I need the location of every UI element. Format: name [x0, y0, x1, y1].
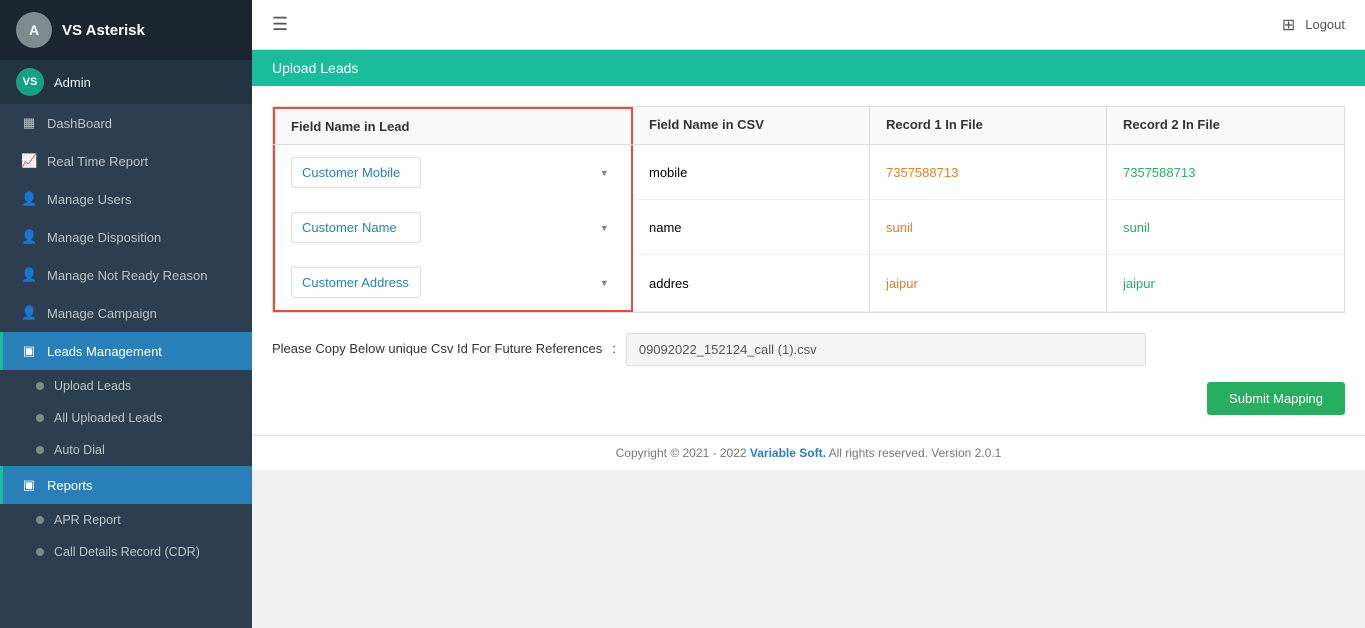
campaign-icon: 👤 — [21, 305, 37, 321]
record1-3: jaipur — [870, 255, 1107, 312]
sidebar-subitem-label: All Uploaded Leads — [54, 411, 162, 425]
sidebar-header: A VS Asterisk — [0, 0, 252, 60]
csv-field-3: addres — [633, 255, 870, 312]
disposition-icon: 👤 — [21, 229, 37, 245]
not-ready-icon: 👤 — [21, 267, 37, 283]
sidebar-subitem-apr-report[interactable]: APR Report — [0, 504, 252, 536]
table-row: Customer Mobile Customer Name Customer A… — [273, 145, 1344, 200]
field-select-wrapper-3: Customer Mobile Customer Name Customer A… — [273, 255, 633, 312]
col-header-record2: Record 2 In File — [1107, 107, 1344, 144]
user-icon: 👤 — [21, 191, 37, 207]
sidebar-item-leads-management[interactable]: ▣ Leads Management — [0, 332, 252, 370]
mapping-table: Field Name in Lead Field Name in CSV Rec… — [272, 106, 1345, 313]
dot-icon — [36, 446, 44, 454]
submit-mapping-button[interactable]: Submit Mapping — [1207, 382, 1345, 415]
sidebar-subitem-all-uploaded-leads[interactable]: All Uploaded Leads — [0, 402, 252, 434]
sidebar-item-label: Real Time Report — [47, 154, 148, 169]
sidebar-item-label: Reports — [47, 478, 93, 493]
main-content: ☰ ⊞ Logout Upload Leads Field Name in Le… — [252, 0, 1365, 628]
field-select-wrapper-1: Customer Mobile Customer Name Customer A… — [273, 145, 633, 200]
sidebar-subitem-label: Auto Dial — [54, 443, 105, 457]
col-header-field-name: Field Name in Lead — [273, 107, 633, 144]
record1-2: sunil — [870, 200, 1107, 255]
admin-label: Admin — [54, 75, 91, 90]
submit-section: Submit Mapping — [272, 382, 1345, 415]
dot-icon — [36, 414, 44, 422]
csv-id-section: Please Copy Below unique Csv Id For Futu… — [272, 333, 1345, 366]
table-row: Customer Mobile Customer Name Customer A… — [273, 200, 1344, 255]
sidebar-subitem-upload-leads[interactable]: Upload Leads — [0, 370, 252, 402]
topbar: ☰ ⊞ Logout — [252, 0, 1365, 50]
field-select-2[interactable]: Customer Mobile Customer Name Customer A… — [291, 212, 421, 243]
col-header-csv-field: Field Name in CSV — [633, 107, 870, 144]
sidebar-subitem-label: Call Details Record (CDR) — [54, 545, 200, 559]
record2-3: jaipur — [1107, 255, 1344, 312]
chart-icon: 📈 — [21, 153, 37, 169]
sidebar-item-dashboard[interactable]: ▦ DashBoard — [0, 104, 252, 142]
admin-avatar: VS — [16, 68, 44, 96]
sidebar-subitem-auto-dial[interactable]: Auto Dial — [0, 434, 252, 466]
record2-2: sunil — [1107, 200, 1344, 255]
sidebar-item-manage-disposition[interactable]: 👤 Manage Disposition — [0, 218, 252, 256]
footer-brand: Variable Soft. — [750, 446, 826, 460]
sidebar-item-manage-not-ready[interactable]: 👤 Manage Not Ready Reason — [0, 256, 252, 294]
table-headers: Field Name in Lead Field Name in CSV Rec… — [273, 107, 1344, 145]
sidebar-item-manage-campaign[interactable]: 👤 Manage Campaign — [0, 294, 252, 332]
topbar-left: ☰ — [272, 14, 288, 35]
field-select-wrapper-2: Customer Mobile Customer Name Customer A… — [273, 200, 633, 255]
sidebar-subitem-label: APR Report — [54, 513, 121, 527]
dot-icon — [36, 516, 44, 524]
table-row: Customer Mobile Customer Name Customer A… — [273, 255, 1344, 312]
admin-bar: VS Admin — [0, 60, 252, 104]
record1-1: 7357588713 — [870, 145, 1107, 200]
content-area: Upload Leads Field Name in Lead Field Na… — [252, 50, 1365, 628]
logout-button[interactable]: Logout — [1305, 17, 1345, 32]
field-select-3[interactable]: Customer Mobile Customer Name Customer A… — [291, 267, 421, 298]
csv-label: Please Copy Below unique Csv Id For Futu… — [272, 333, 602, 356]
grid-icon: ⊞ — [1282, 15, 1295, 35]
sidebar: A VS Asterisk VS Admin ▦ DashBoard 📈 Rea… — [0, 0, 252, 628]
hamburger-icon[interactable]: ☰ — [272, 14, 288, 35]
sidebar-item-label: Manage Campaign — [47, 306, 157, 321]
sidebar-item-manage-users[interactable]: 👤 Manage Users — [0, 180, 252, 218]
sidebar-item-label: Manage Not Ready Reason — [47, 268, 207, 283]
app-logo: A — [16, 12, 52, 48]
reports-icon: ▣ — [21, 477, 37, 493]
sidebar-item-label: Manage Users — [47, 192, 132, 207]
dot-icon — [36, 382, 44, 390]
csv-id-input[interactable] — [626, 333, 1146, 366]
sidebar-nav: ▦ DashBoard 📈 Real Time Report 👤 Manage … — [0, 104, 252, 628]
sidebar-subitem-label: Upload Leads — [54, 379, 131, 393]
app-name: VS Asterisk — [62, 22, 145, 39]
dot-icon — [36, 548, 44, 556]
topbar-right: ⊞ Logout — [1282, 15, 1345, 35]
page-header: Upload Leads — [252, 50, 1365, 86]
sidebar-item-label: DashBoard — [47, 116, 112, 131]
sidebar-subitem-call-details[interactable]: Call Details Record (CDR) — [0, 536, 252, 568]
csv-field-2: name — [633, 200, 870, 255]
sidebar-item-label: Leads Management — [47, 344, 162, 359]
col-header-record1: Record 1 In File — [870, 107, 1107, 144]
footer: Copyright © 2021 - 2022 Variable Soft. A… — [252, 435, 1365, 470]
record2-1: 7357588713 — [1107, 145, 1344, 200]
sidebar-item-realtime[interactable]: 📈 Real Time Report — [0, 142, 252, 180]
sidebar-item-reports[interactable]: ▣ Reports — [0, 466, 252, 504]
field-select-1[interactable]: Customer Mobile Customer Name Customer A… — [291, 157, 421, 188]
dashboard-icon: ▦ — [21, 115, 37, 131]
csv-field-1: mobile — [633, 145, 870, 200]
page-body: Field Name in Lead Field Name in CSV Rec… — [252, 86, 1365, 435]
leads-icon: ▣ — [21, 343, 37, 359]
sidebar-item-label: Manage Disposition — [47, 230, 161, 245]
